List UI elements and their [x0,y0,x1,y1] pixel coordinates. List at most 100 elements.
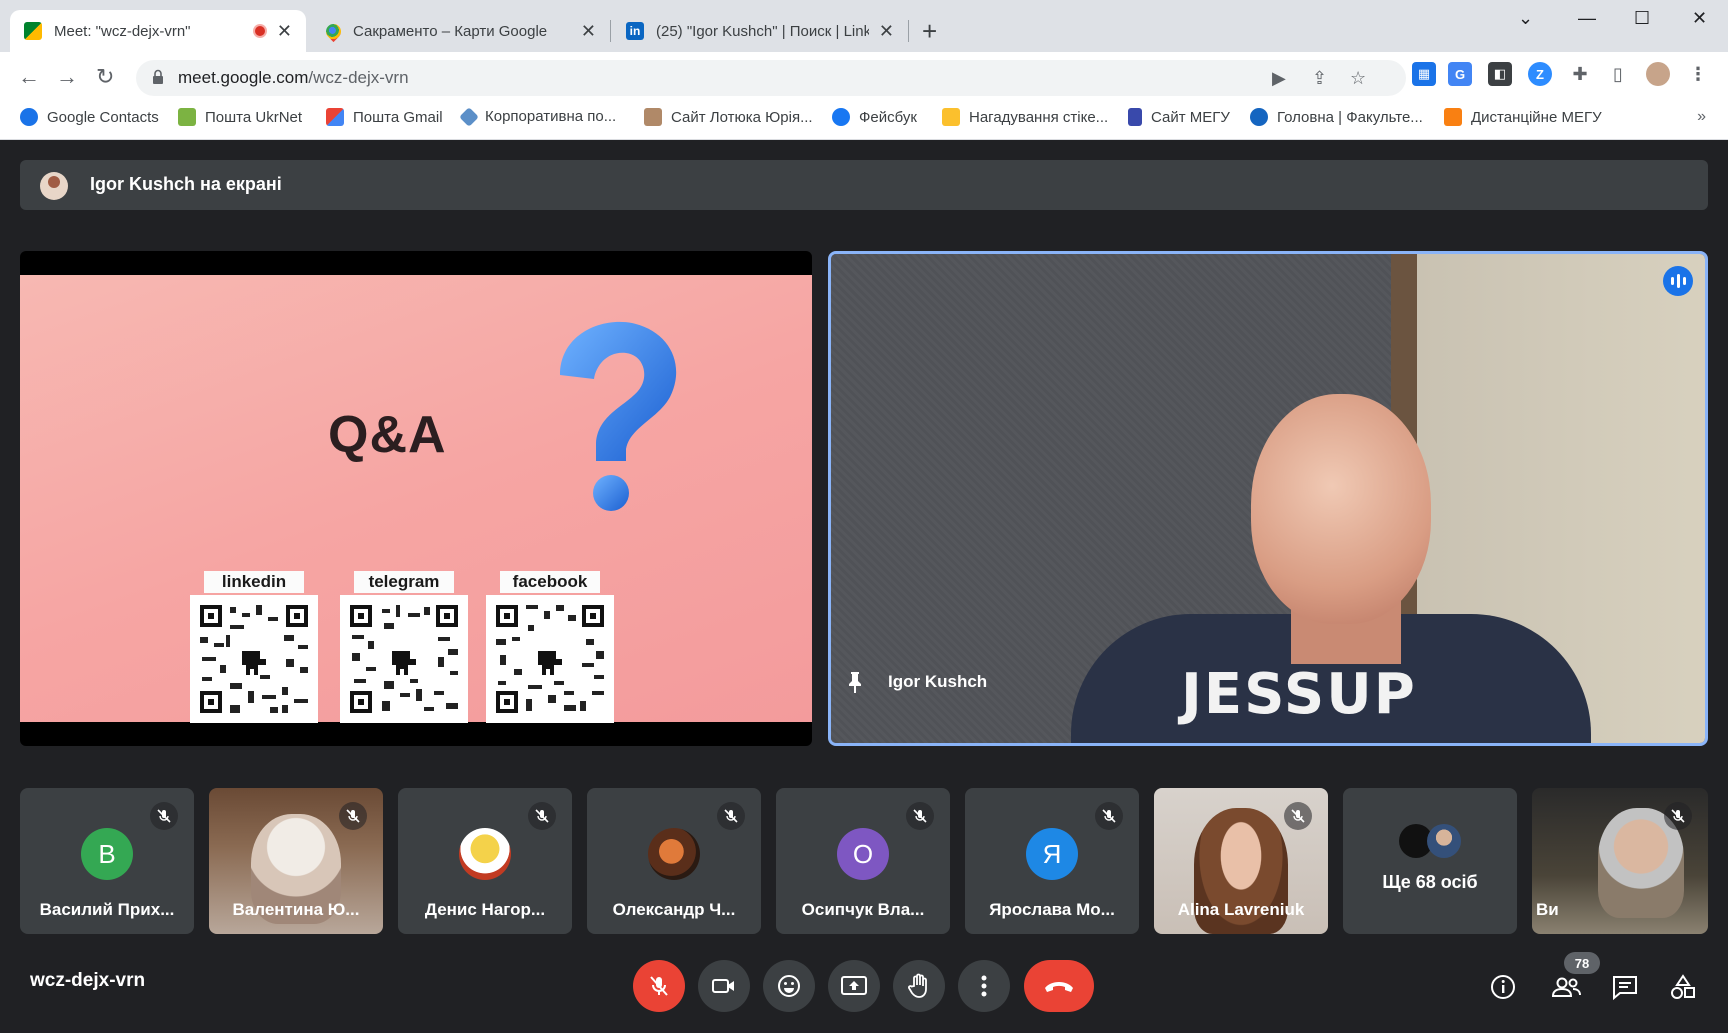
bookmark-label: Дистанційне МЕГУ [1471,108,1602,126]
people-button[interactable] [1548,972,1584,1002]
side-panel-icon[interactable]: ▯ [1606,62,1630,86]
qr-code-icon [340,595,468,723]
extensions-puzzle-icon[interactable]: ✚ [1568,62,1592,86]
active-speaker-tile[interactable]: JESSUP Igor Kushch [828,251,1708,746]
share-icon[interactable]: ⇪ [1312,68,1327,89]
hang-up-icon [1045,982,1073,992]
moodle-orange-icon [1444,108,1462,126]
zoom-extension-icon[interactable]: Z [1528,62,1552,86]
close-window-icon[interactable]: ✕ [1692,8,1707,29]
browser-toolbar: ← → ↻ meet.google.com/wcz-dejx-vrn ▶ ⇪ ☆… [0,52,1728,100]
participant-count-badge: 78 [1564,952,1600,974]
reactions-button[interactable] [763,960,815,1012]
meeting-code: wcz-dejx-vrn [30,970,146,991]
bookmark-item[interactable]: Сайт Лотюка Юрія... [644,108,813,126]
participant-tile[interactable]: В Василий Прих... [20,788,194,934]
meet-stage: Igor Kushch на екрані Q&A linkedin teleg… [0,140,1728,1033]
tab-maps[interactable]: Сакраменто – Карти Google ✕ [312,10,610,52]
tab-meet[interactable]: Meet: "wcz-dejx-vrn" ✕ [10,10,306,52]
translate-extension-icon[interactable]: G [1448,62,1472,86]
bookmark-label: Google Contacts [47,108,159,126]
forward-icon[interactable]: → [56,64,78,90]
tab-separator [610,20,611,42]
bookmark-item[interactable]: Сайт МЕГУ [1128,108,1230,126]
chat-button[interactable] [1610,972,1640,1002]
tab-linkedin[interactable]: in (25) "Igor Kushch" | Поиск | Linke ✕ [612,10,908,52]
participant-name: Ви [1536,900,1559,919]
close-tab-icon[interactable]: ✕ [581,21,596,42]
bookmark-label: Фейсбук [859,108,917,126]
maximize-icon[interactable]: ☐ [1634,8,1650,29]
avatar: О [837,828,889,880]
participant-tile[interactable]: О Осипчук Вла... [776,788,950,934]
meeting-controls: wcz-dejx-vrn 78 [0,940,1728,1033]
menu-icon[interactable]: ⋮ [1686,62,1710,86]
more-options-button[interactable] [958,960,1010,1012]
qr-linkedin: linkedin [190,571,318,728]
address-bar[interactable]: meet.google.com/wcz-dejx-vrn ▶ ⇪ ☆ [136,60,1406,96]
bookmark-item[interactable]: Корпоративна по... [459,106,616,127]
mic-off-icon [150,802,178,830]
minimize-icon[interactable]: — [1578,8,1596,29]
reload-icon[interactable]: ↻ [96,64,114,90]
shared-screen[interactable]: Q&A linkedin telegram facebook [20,251,812,746]
bookmark-star-icon[interactable]: ☆ [1350,68,1366,89]
mic-toggle-button[interactable] [633,960,685,1012]
more-bookmarks-icon[interactable]: » [1697,108,1706,126]
bookmark-item[interactable]: Фейсбук [832,108,917,126]
bookmark-item[interactable]: Google Contacts [20,108,159,126]
present-screen-button[interactable] [828,960,880,1012]
bookmark-item[interactable]: Головна | Факульте... [1250,108,1423,126]
mic-off-icon [1664,802,1692,830]
participant-name: Валентина Ю... [232,900,360,919]
shapes-icon [1671,974,1695,999]
activities-button[interactable] [1668,972,1698,1002]
tab-search-icon[interactable]: ⌄ [1518,8,1533,29]
new-tab-button[interactable]: + [922,16,937,47]
url-path: /wcz-dejx-vrn [308,68,409,87]
qr-facebook: facebook [486,571,614,728]
extension-icon[interactable]: ▦ [1412,62,1436,86]
bookmark-item[interactable]: Пошта UkrNet [178,108,302,126]
speaker-name: Igor Kushch [888,672,988,691]
participant-name: Alina Lavreniuk [1177,900,1305,919]
info-icon [1491,975,1515,999]
raise-hand-button[interactable] [893,960,945,1012]
bookmark-label: Пошта UkrNet [205,108,303,126]
participant-tile[interactable]: Денис Нагор... [398,788,572,934]
bookmark-item[interactable]: Нагадування стіке... [942,108,1108,126]
meeting-details-button[interactable] [1488,972,1518,1002]
extension-icon[interactable]: ◧ [1488,62,1512,86]
self-view-tile[interactable]: Ви [1532,788,1708,934]
bookmark-item[interactable]: Пошта Gmail [326,108,443,126]
camera-toggle-button[interactable] [698,960,750,1012]
qr-telegram: telegram [340,571,468,728]
google-maps-icon [322,20,345,42]
mic-off-icon [339,802,367,830]
leave-call-button[interactable] [1024,960,1094,1012]
participant-tile[interactable]: Alina Lavreniuk [1154,788,1328,934]
participant-tile[interactable]: Валентина Ю... [209,788,383,934]
bookmark-label: Пошта Gmail [353,108,443,126]
tab-title: Meet: "wcz-dejx-vrn" [54,22,191,40]
bookmark-item[interactable]: Дистанційне МЕГУ [1444,108,1602,126]
back-icon[interactable]: ← [18,64,40,90]
close-tab-icon[interactable]: ✕ [277,21,292,42]
avatar [1427,824,1461,858]
profile-avatar[interactable] [1646,62,1670,86]
more-participants-tile[interactable]: Ще 68 осіб [1343,788,1517,934]
moodle-icon [1250,108,1268,126]
speaker-head [1251,394,1431,624]
contacts-icon [20,108,38,126]
shirt-print: JESSUP [1181,662,1417,727]
participant-tile[interactable]: Я Ярослава Мо... [965,788,1139,934]
participant-tile[interactable]: Олександр Ч... [587,788,761,934]
close-tab-icon[interactable]: ✕ [879,21,894,42]
person-photo-icon [644,108,662,126]
avatar [459,828,511,880]
camera-permission-icon[interactable]: ▶ [1272,68,1286,89]
qr-label: facebook [500,571,600,593]
university-icon [1128,108,1142,126]
pin-icon[interactable] [845,670,865,694]
participant-name: Денис Нагор... [424,900,546,919]
